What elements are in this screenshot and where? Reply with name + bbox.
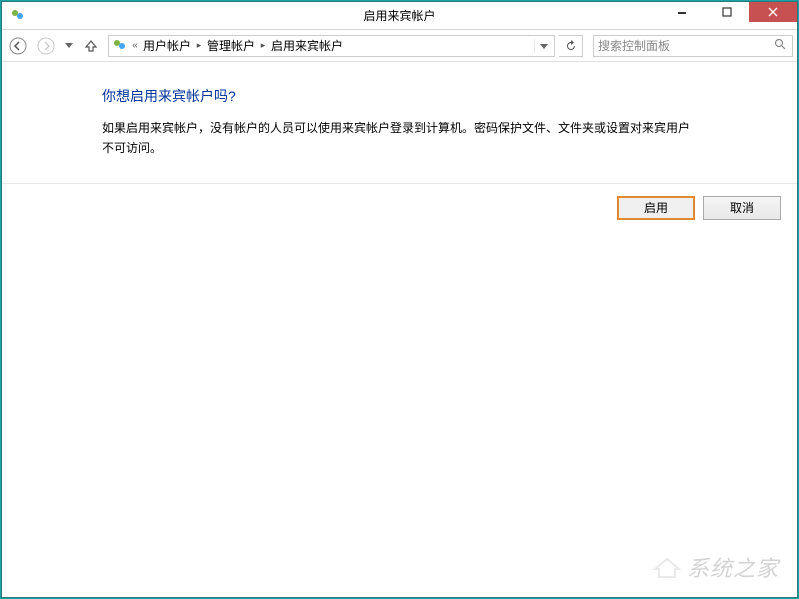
chevron-right-icon: ▸	[193, 40, 205, 51]
minimize-button[interactable]	[659, 2, 704, 22]
search-icon	[772, 38, 788, 53]
window-title: 启用来宾帐户	[363, 7, 435, 24]
history-dropdown[interactable]	[62, 43, 76, 49]
breadcrumb-dropdown[interactable]	[534, 39, 552, 53]
window-controls	[659, 2, 797, 29]
cancel-button[interactable]: 取消	[703, 196, 781, 220]
action-row: 启用 取消	[2, 183, 797, 232]
chevron-right-icon: ▸	[257, 40, 269, 51]
close-button[interactable]	[749, 2, 797, 22]
breadcrumb-prefix: «	[129, 40, 141, 51]
app-icon	[10, 8, 26, 24]
page-heading: 你想启用来宾帐户吗?	[102, 86, 697, 106]
search-input[interactable]	[598, 39, 772, 53]
users-icon	[111, 38, 129, 54]
titlebar: 启用来宾帐户	[2, 2, 797, 30]
breadcrumb[interactable]: « 用户帐户 ▸ 管理帐户 ▸ 启用来宾帐户	[108, 35, 555, 57]
page-description: 如果启用来宾帐户，没有帐户的人员可以使用来宾帐户登录到计算机。密码保护文件、文件…	[102, 118, 697, 159]
up-button[interactable]	[80, 35, 102, 57]
breadcrumb-item-0[interactable]: 用户帐户	[141, 37, 193, 54]
window-frame: 启用来宾帐户	[1, 1, 798, 598]
navbar: « 用户帐户 ▸ 管理帐户 ▸ 启用来宾帐户	[2, 30, 797, 62]
maximize-button[interactable]	[704, 2, 749, 22]
content-area: 你想启用来宾帐户吗? 如果启用来宾帐户，没有帐户的人员可以使用来宾帐户登录到计算…	[2, 62, 797, 597]
search-box[interactable]	[593, 35, 793, 57]
back-button[interactable]	[6, 34, 30, 58]
forward-button[interactable]	[34, 34, 58, 58]
breadcrumb-item-1[interactable]: 管理帐户	[205, 37, 257, 54]
enable-button[interactable]: 启用	[617, 196, 695, 220]
breadcrumb-item-2[interactable]: 启用来宾帐户	[269, 37, 345, 54]
refresh-button[interactable]	[559, 35, 583, 57]
